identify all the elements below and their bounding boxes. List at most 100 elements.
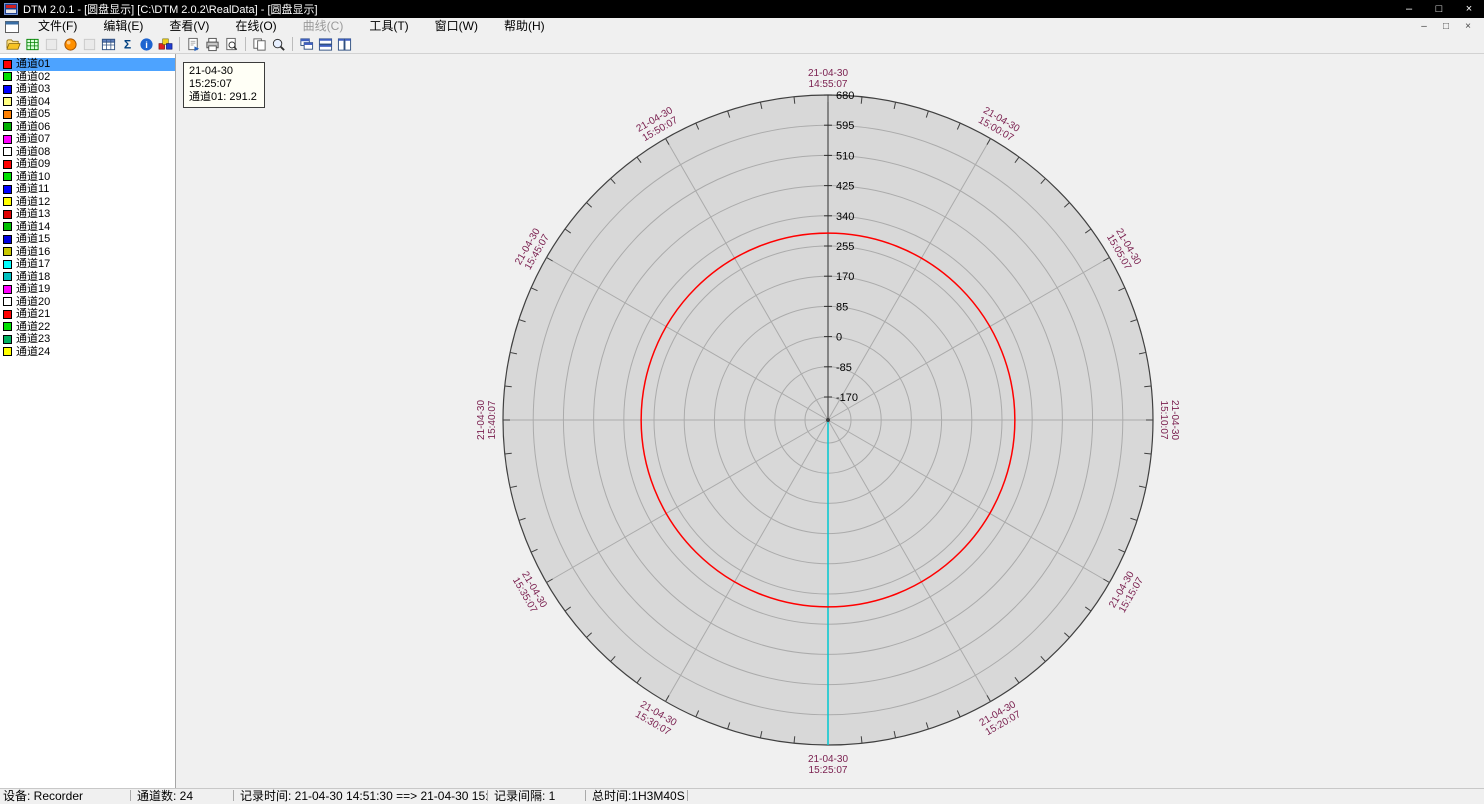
channel-color-swatch xyxy=(3,72,12,81)
channel-label: 通道18 xyxy=(16,271,50,283)
close-icon[interactable]: × xyxy=(1454,0,1484,18)
channel-color-swatch xyxy=(3,185,12,194)
app-icon xyxy=(4,3,18,15)
channel-item-通道07[interactable]: 通道07 xyxy=(0,133,175,146)
channel-label: 通道21 xyxy=(16,308,50,320)
status-record-time: 记录时间: 21-04-30 14:51:30 ==> 21-04-30 15:… xyxy=(234,787,487,804)
channel-item-通道17[interactable]: 通道17 xyxy=(0,258,175,271)
polar-disc-chart[interactable]: 680595510425340255170850-85-17021-04-301… xyxy=(176,54,1484,788)
menu-edit[interactable]: 编辑(E) xyxy=(90,18,156,35)
channel-label: 通道19 xyxy=(16,283,50,295)
cascade-windows-icon[interactable] xyxy=(297,35,316,53)
copy-page-icon[interactable] xyxy=(184,35,203,53)
channel-item-通道13[interactable]: 通道13 xyxy=(0,208,175,221)
channel-item-通道23[interactable]: 通道23 xyxy=(0,333,175,346)
svg-text:21-04-3015:40:07: 21-04-3015:40:07 xyxy=(476,400,498,440)
minimize-icon[interactable]: – xyxy=(1394,0,1424,18)
svg-text:425: 425 xyxy=(836,181,854,193)
menu-online[interactable]: 在线(O) xyxy=(222,18,289,35)
channel-item-通道09[interactable]: 通道09 xyxy=(0,158,175,171)
channel-item-通道11[interactable]: 通道11 xyxy=(0,183,175,196)
open-file-icon[interactable] xyxy=(4,35,23,53)
statusbar: 设备: Recorder 通道数: 24 记录时间: 21-04-30 14:5… xyxy=(0,788,1484,802)
print-preview-icon[interactable] xyxy=(222,35,241,53)
window-controls: – □ × xyxy=(1394,0,1484,18)
status-interval: 记录间隔: 1 xyxy=(488,787,585,804)
channel-color-swatch xyxy=(3,122,12,131)
channel-item-通道04[interactable]: 通道04 xyxy=(0,96,175,109)
svg-text:85: 85 xyxy=(836,301,848,313)
channel-label: 通道09 xyxy=(16,158,50,170)
channel-color-swatch xyxy=(3,247,12,256)
menu-curve: 曲线(C) xyxy=(290,18,357,35)
channel-item-通道01[interactable]: 通道01 xyxy=(0,58,175,71)
channel-color-swatch xyxy=(3,85,12,94)
channel-item-通道18[interactable]: 通道18 xyxy=(0,271,175,284)
menu-file[interactable]: 文件(F) xyxy=(25,18,90,35)
titlebar: DTM 2.0.1 - [圆盘显示] [C:\DTM 2.0.2\RealDat… xyxy=(0,0,1484,18)
curve-colors-icon[interactable] xyxy=(156,35,175,53)
channel-label: 通道06 xyxy=(16,121,50,133)
disabled-tool-icon xyxy=(80,35,99,53)
mdi-restore-icon[interactable]: □ xyxy=(1435,19,1457,34)
svg-text:21-04-3014:55:07: 21-04-3014:55:07 xyxy=(808,68,848,90)
tooltip-time: 15:25:07 xyxy=(189,78,257,91)
channel-item-通道14[interactable]: 通道14 xyxy=(0,221,175,234)
data-table-icon[interactable] xyxy=(99,35,118,53)
channel-item-通道02[interactable]: 通道02 xyxy=(0,71,175,84)
channel-label: 通道13 xyxy=(16,208,50,220)
mdi-close-icon[interactable]: × xyxy=(1457,19,1479,34)
sum-icon[interactable]: Σ xyxy=(118,35,137,53)
info-icon[interactable]: i xyxy=(137,35,156,53)
export-data-icon[interactable] xyxy=(23,35,42,53)
channel-label: 通道10 xyxy=(16,171,50,183)
channel-color-swatch xyxy=(3,135,12,144)
channel-list: 通道01通道02通道03通道04通道05通道06通道07通道08通道09通道10… xyxy=(0,58,175,358)
channel-color-swatch xyxy=(3,285,12,294)
tile-horizontal-icon[interactable] xyxy=(316,35,335,53)
menu-view[interactable]: 查看(V) xyxy=(156,18,222,35)
menu-help[interactable]: 帮助(H) xyxy=(491,18,558,35)
channel-item-通道12[interactable]: 通道12 xyxy=(0,196,175,209)
channel-color-swatch xyxy=(3,60,12,69)
channel-label: 通道11 xyxy=(16,183,49,195)
channel-item-通道16[interactable]: 通道16 xyxy=(0,246,175,259)
channel-item-通道19[interactable]: 通道19 xyxy=(0,283,175,296)
channel-item-通道06[interactable]: 通道06 xyxy=(0,121,175,134)
channel-item-通道08[interactable]: 通道08 xyxy=(0,146,175,159)
value-tooltip: 21-04-30 15:25:07 通道01: 291.2 xyxy=(183,62,265,108)
channel-color-swatch xyxy=(3,197,12,206)
channel-color-swatch xyxy=(3,210,12,219)
channel-color-swatch xyxy=(3,297,12,306)
restore-icon[interactable]: □ xyxy=(1424,0,1454,18)
channel-item-通道05[interactable]: 通道05 xyxy=(0,108,175,121)
toolbar-separator xyxy=(292,37,293,51)
channel-label: 通道01 xyxy=(16,58,50,70)
status-device: 设备: Recorder xyxy=(0,787,130,804)
channel-color-swatch xyxy=(3,260,12,269)
copy-icon[interactable] xyxy=(250,35,269,53)
print-icon[interactable] xyxy=(203,35,222,53)
channel-label: 通道05 xyxy=(16,108,50,120)
color-ball-icon[interactable] xyxy=(61,35,80,53)
svg-text:0: 0 xyxy=(836,332,842,344)
menu-window[interactable]: 窗口(W) xyxy=(422,18,491,35)
channel-item-通道10[interactable]: 通道10 xyxy=(0,171,175,184)
channel-item-通道22[interactable]: 通道22 xyxy=(0,321,175,334)
channel-label: 通道03 xyxy=(16,83,50,95)
svg-text:255: 255 xyxy=(836,241,854,253)
tooltip-value: 通道01: 291.2 xyxy=(189,91,257,104)
channel-item-通道15[interactable]: 通道15 xyxy=(0,233,175,246)
channel-item-通道21[interactable]: 通道21 xyxy=(0,308,175,321)
zoom-icon[interactable] xyxy=(269,35,288,53)
menu-tools[interactable]: 工具(T) xyxy=(356,18,421,35)
channel-item-通道24[interactable]: 通道24 xyxy=(0,346,175,359)
mdi-child-icon[interactable] xyxy=(5,21,19,33)
channel-label: 通道17 xyxy=(16,258,50,270)
channel-color-swatch xyxy=(3,172,12,181)
channel-item-通道03[interactable]: 通道03 xyxy=(0,83,175,96)
mdi-minimize-icon[interactable]: – xyxy=(1413,19,1435,34)
tile-vertical-icon[interactable] xyxy=(335,35,354,53)
svg-text:170: 170 xyxy=(836,271,854,283)
channel-item-通道20[interactable]: 通道20 xyxy=(0,296,175,309)
